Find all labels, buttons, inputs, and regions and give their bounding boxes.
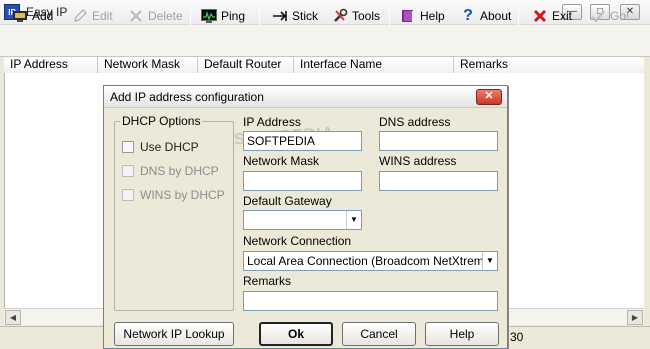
toolbar-separator bbox=[259, 6, 260, 26]
dns-address-label: DNS address bbox=[379, 115, 451, 129]
toolbar-help-label: Help bbox=[420, 9, 445, 23]
network-mask-field[interactable] bbox=[243, 171, 362, 191]
edit-pencil-icon bbox=[72, 8, 88, 24]
toolbar-help-button[interactable]: Help bbox=[400, 6, 445, 26]
toolbar-delete-label: Delete bbox=[148, 9, 183, 23]
default-gateway-combo[interactable]: ▼ bbox=[243, 210, 362, 230]
ip-address-field[interactable]: SOFTPEDIA bbox=[243, 131, 362, 151]
network-connection-value: Local Area Connection (Broadcom NetXtrem… bbox=[247, 254, 482, 268]
use-dhcp-label: Use DHCP bbox=[140, 140, 199, 154]
column-default-router[interactable]: Default Router bbox=[198, 57, 294, 73]
toolbar-delete-button[interactable]: Delete bbox=[128, 6, 183, 26]
wins-address-label: WINS address bbox=[379, 154, 457, 168]
column-interface-name[interactable]: Interface Name bbox=[294, 57, 454, 73]
red-x-icon bbox=[532, 8, 548, 24]
dns-address-field[interactable] bbox=[379, 131, 498, 151]
toolbar-edit-button[interactable]: Edit bbox=[72, 6, 113, 26]
wins-by-dhcp-checkbox[interactable]: WINS by DHCP bbox=[122, 188, 225, 202]
ip-address-label: IP Address bbox=[243, 115, 301, 129]
toolbar-tools-label: Tools bbox=[352, 9, 381, 23]
toolbar-tools-button[interactable]: Tools bbox=[332, 6, 380, 26]
add-ip-dialog: Add IP address configuration ✕ SOFTPEDIA… bbox=[103, 85, 508, 349]
stick-icon bbox=[272, 8, 288, 24]
help-button[interactable]: Help bbox=[425, 322, 499, 346]
toolbar-go-label: Go! bbox=[610, 9, 630, 23]
tools-icon bbox=[332, 8, 348, 24]
dhcp-options-label: DHCP Options bbox=[120, 114, 203, 128]
network-ip-lookup-button[interactable]: Network IP Lookup bbox=[114, 322, 234, 346]
ping-monitor-icon bbox=[201, 8, 217, 24]
network-mask-label: Network Mask bbox=[243, 154, 320, 168]
wins-address-field[interactable] bbox=[379, 171, 498, 191]
list-header: IP Address Network Mask Default Router I… bbox=[4, 57, 644, 73]
question-mark-icon: ? bbox=[463, 7, 473, 24]
dialog-title: Add IP address configuration bbox=[110, 90, 264, 104]
toolbar-about-label: About bbox=[480, 9, 512, 23]
status-count: 30 bbox=[510, 330, 524, 344]
remarks-field[interactable] bbox=[243, 291, 498, 311]
network-connection-label: Network Connection bbox=[243, 234, 352, 248]
toolbar bbox=[0, 25, 650, 57]
column-ip-address[interactable]: IP Address bbox=[4, 57, 98, 73]
chevron-down-icon[interactable]: ▼ bbox=[346, 211, 361, 229]
network-connection-combo[interactable]: Local Area Connection (Broadcom NetXtrem… bbox=[243, 251, 498, 271]
toolbar-add-button[interactable]: Add bbox=[12, 6, 53, 26]
use-dhcp-checkbox[interactable]: Use DHCP bbox=[122, 140, 199, 154]
toolbar-exit-label: Exit bbox=[552, 9, 573, 23]
checkbox-box bbox=[122, 165, 134, 177]
toolbar-stick-button[interactable]: Stick bbox=[272, 6, 318, 26]
scroll-right-icon[interactable]: ▶ bbox=[627, 310, 643, 325]
toolbar-go-button[interactable]: Go! bbox=[590, 6, 629, 26]
toolbar-add-label: Add bbox=[32, 9, 54, 23]
toolbar-ping-label: Ping bbox=[221, 9, 246, 23]
dns-by-dhcp-checkbox[interactable]: DNS by DHCP bbox=[122, 164, 219, 178]
chevron-down-icon[interactable]: ▼ bbox=[482, 252, 497, 270]
wins-by-dhcp-label: WINS by DHCP bbox=[140, 188, 225, 202]
checkbox-box bbox=[122, 141, 134, 153]
help-book-icon bbox=[400, 8, 416, 24]
column-remarks[interactable]: Remarks bbox=[454, 57, 644, 73]
toolbar-ping-button[interactable]: Ping bbox=[201, 6, 245, 26]
toolbar-about-button[interactable]: ? About bbox=[460, 6, 511, 26]
toolbar-stick-label: Stick bbox=[292, 9, 319, 23]
toolbar-separator bbox=[190, 6, 191, 26]
cancel-button[interactable]: Cancel bbox=[342, 322, 416, 346]
toolbar-exit-button[interactable]: Exit bbox=[532, 6, 572, 26]
scroll-left-icon[interactable]: ◀ bbox=[5, 310, 21, 325]
toolbar-separator bbox=[389, 6, 390, 26]
remarks-label: Remarks bbox=[243, 274, 292, 288]
toolbar-separator bbox=[518, 6, 519, 26]
column-network-mask[interactable]: Network Mask bbox=[98, 57, 198, 73]
add-network-icon bbox=[12, 8, 28, 24]
dialog-close-button[interactable]: ✕ bbox=[476, 89, 502, 105]
ok-button[interactable]: Ok bbox=[259, 322, 333, 346]
checkmark-icon bbox=[590, 8, 606, 24]
default-gateway-label: Default Gateway bbox=[243, 194, 332, 208]
default-gateway-value bbox=[244, 211, 346, 229]
dns-by-dhcp-label: DNS by DHCP bbox=[140, 164, 219, 178]
delete-icon bbox=[128, 8, 144, 24]
checkbox-box bbox=[122, 189, 134, 201]
toolbar-edit-label: Edit bbox=[92, 9, 113, 23]
